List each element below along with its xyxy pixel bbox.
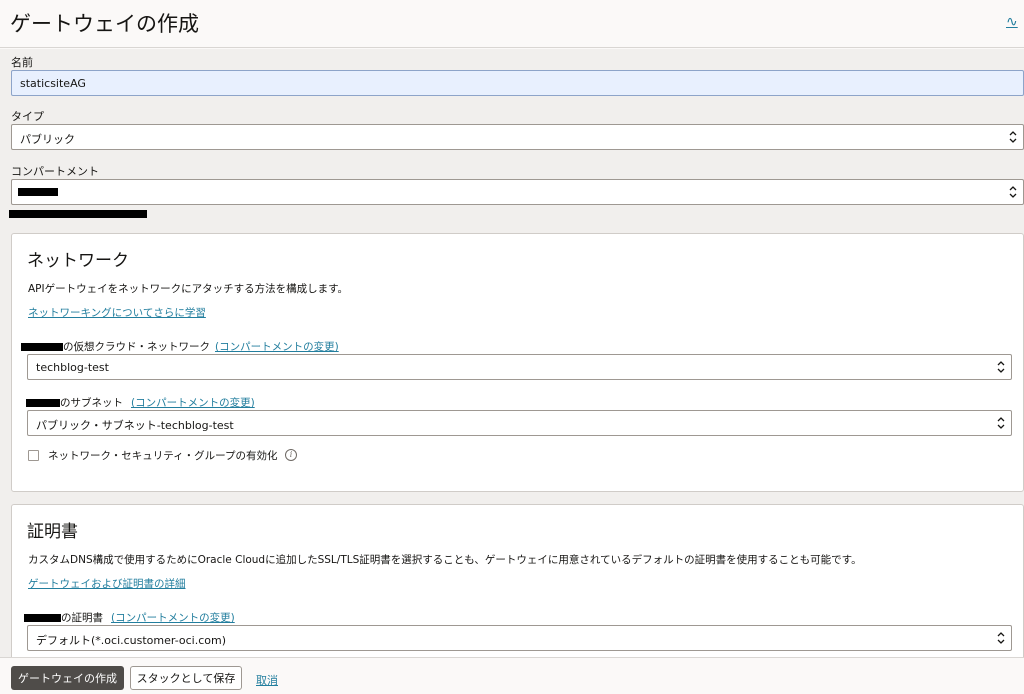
cert-label: の証明書	[61, 612, 103, 624]
redacted-subnet-compartment	[26, 399, 60, 407]
certificate-select[interactable]: デフォルト(*.oci.customer-oci.com)	[27, 625, 1012, 651]
info-icon[interactable]: i	[285, 449, 297, 461]
network-card: ネットワーク APIゲートウェイをネットワークにアタッチする方法を構成します。 …	[11, 233, 1024, 492]
help-wave-icon[interactable]: ∿	[1006, 14, 1018, 30]
cert-change-compartment-link[interactable]: (コンパートメントの変更)	[111, 610, 235, 625]
page-title: ゲートウェイの作成	[10, 12, 199, 36]
redacted-cert-compartment	[24, 614, 61, 622]
certificate-title: 証明書	[27, 522, 78, 542]
vcn-change-compartment-link[interactable]: (コンパートメントの変更)	[215, 339, 339, 354]
vcn-select[interactable]: techblog-test	[27, 354, 1012, 380]
redacted-vcn-compartment	[21, 343, 63, 351]
chevron-updown-icon	[997, 361, 1005, 373]
vcn-select-value: techblog-test	[36, 361, 109, 374]
type-select[interactable]: パブリック	[11, 124, 1024, 150]
nsg-label: ネットワーク・セキュリティ・グループの有効化	[48, 450, 278, 462]
redacted-compartment	[18, 188, 58, 196]
chevron-updown-icon	[997, 417, 1005, 429]
chevron-updown-icon	[1009, 186, 1017, 198]
certificate-learn-link[interactable]: ゲートウェイおよび証明書の詳細	[28, 576, 186, 591]
page-header: ゲートウェイの作成 ∿	[0, 0, 1024, 48]
network-description: APIゲートウェイをネットワークにアタッチする方法を構成します。	[28, 283, 349, 295]
network-title: ネットワーク	[27, 251, 129, 271]
type-label: タイプ	[11, 110, 44, 123]
certificate-card: 証明書 カスタムDNS構成で使用するためにOracle Cloudに追加したSS…	[11, 504, 1024, 657]
nsg-checkbox[interactable]	[28, 450, 39, 461]
subnet-change-compartment-link[interactable]: (コンパートメントの変更)	[131, 395, 255, 410]
certificate-description: カスタムDNS構成で使用するためにOracle Cloudに追加したSSL/TL…	[28, 554, 862, 566]
redacted-compartment-path	[9, 210, 147, 218]
type-select-value: パブリック	[20, 133, 75, 146]
chevron-updown-icon	[1009, 131, 1017, 143]
footer-bar: ゲートウェイの作成 スタックとして保存 取消	[0, 657, 1024, 694]
name-input[interactable]: staticsiteAG	[11, 70, 1024, 96]
create-gateway-button[interactable]: ゲートウェイの作成	[11, 666, 124, 690]
save-as-stack-button[interactable]: スタックとして保存	[130, 666, 242, 690]
compartment-select[interactable]	[11, 179, 1024, 205]
subnet-select-value: パブリック・サブネット-techblog-test	[36, 419, 234, 432]
cancel-link[interactable]: 取消	[256, 672, 278, 688]
network-learn-link[interactable]: ネットワーキングについてさらに学習	[28, 305, 206, 320]
subnet-label: のサブネット	[60, 397, 123, 409]
vcn-label: の仮想クラウド・ネットワーク	[63, 341, 210, 353]
chevron-updown-icon	[997, 632, 1005, 644]
certificate-select-value: デフォルト(*.oci.customer-oci.com)	[36, 634, 227, 647]
name-label: 名前	[11, 56, 33, 69]
form-panel: 名前 staticsiteAG タイプ パブリック コンパートメント ネットワー…	[0, 49, 1024, 657]
compartment-label: コンパートメント	[11, 165, 99, 178]
subnet-select[interactable]: パブリック・サブネット-techblog-test	[27, 410, 1012, 436]
